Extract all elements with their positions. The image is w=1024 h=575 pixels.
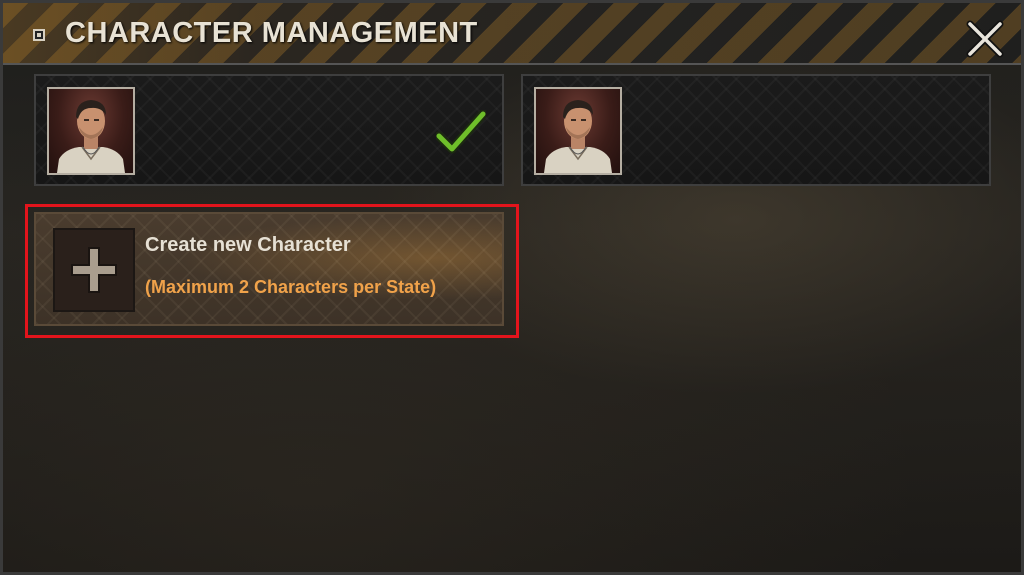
plus-icon (71, 247, 117, 293)
create-character-button[interactable]: Create new Character (Maximum 2 Characte… (34, 212, 504, 326)
close-x-icon (966, 20, 1004, 58)
character-management-window: CHARACTER MANAGEMENT Create new Characte… (0, 0, 1024, 575)
close-button[interactable] (965, 19, 1005, 59)
character-slot-2[interactable] (521, 74, 991, 186)
selected-checkmark (434, 109, 488, 154)
character-portrait (47, 87, 135, 175)
character-portrait (534, 87, 622, 175)
window-title: CHARACTER MANAGEMENT (65, 17, 478, 49)
max-characters-note: (Maximum 2 Characters per State) (145, 277, 437, 297)
title-bar: CHARACTER MANAGEMENT (3, 3, 1021, 65)
square-bullet-icon (33, 29, 45, 41)
checkmark-icon (434, 109, 488, 154)
character-slot-1[interactable] (34, 74, 504, 186)
add-character-box (53, 228, 135, 312)
create-character-label: Create new Character (145, 234, 351, 256)
